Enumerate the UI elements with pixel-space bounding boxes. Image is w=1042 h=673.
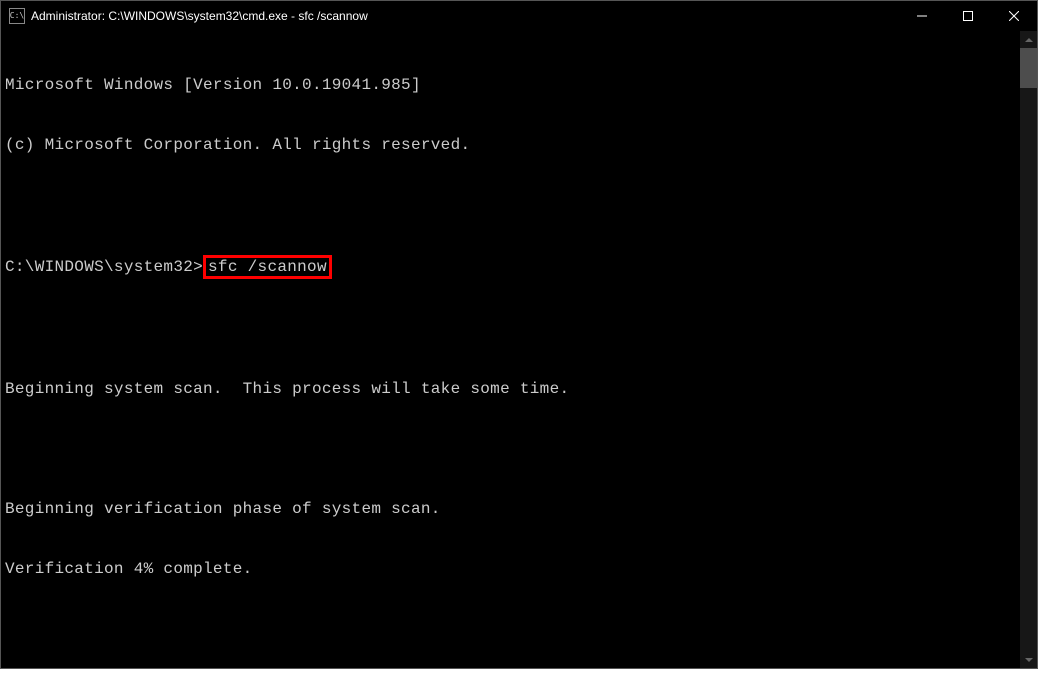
minimize-button[interactable]: [899, 1, 945, 31]
output-line: Verification 4% complete.: [5, 559, 1020, 579]
scroll-up-button[interactable]: [1020, 31, 1037, 48]
output-blank: [5, 439, 1020, 459]
scroll-thumb[interactable]: [1020, 48, 1037, 88]
output-line: (c) Microsoft Corporation. All rights re…: [5, 135, 1020, 155]
terminal-output[interactable]: Microsoft Windows [Version 10.0.19041.98…: [1, 31, 1020, 668]
titlebar-left: C:\ Administrator: C:\WINDOWS\system32\c…: [9, 8, 368, 24]
output-line: Microsoft Windows [Version 10.0.19041.98…: [5, 75, 1020, 95]
close-button[interactable]: [991, 1, 1037, 31]
vertical-scrollbar[interactable]: [1020, 31, 1037, 668]
titlebar[interactable]: C:\ Administrator: C:\WINDOWS\system32\c…: [1, 1, 1037, 31]
command-highlight: sfc /scannow: [203, 255, 332, 279]
prompt-text: C:\WINDOWS\system32>: [5, 258, 203, 276]
window-controls: [899, 1, 1037, 31]
scroll-down-button[interactable]: [1020, 651, 1037, 668]
output-line: Beginning verification phase of system s…: [5, 499, 1020, 519]
output-blank: [5, 195, 1020, 215]
output-line: Beginning system scan. This process will…: [5, 379, 1020, 399]
terminal-body: Microsoft Windows [Version 10.0.19041.98…: [1, 31, 1037, 668]
cmd-icon: C:\: [9, 8, 25, 24]
maximize-button[interactable]: [945, 1, 991, 31]
window-title: Administrator: C:\WINDOWS\system32\cmd.e…: [31, 9, 368, 23]
output-blank: [5, 319, 1020, 339]
prompt-line: C:\WINDOWS\system32>sfc /scannow: [5, 255, 1020, 279]
cmd-window: C:\ Administrator: C:\WINDOWS\system32\c…: [0, 0, 1038, 669]
